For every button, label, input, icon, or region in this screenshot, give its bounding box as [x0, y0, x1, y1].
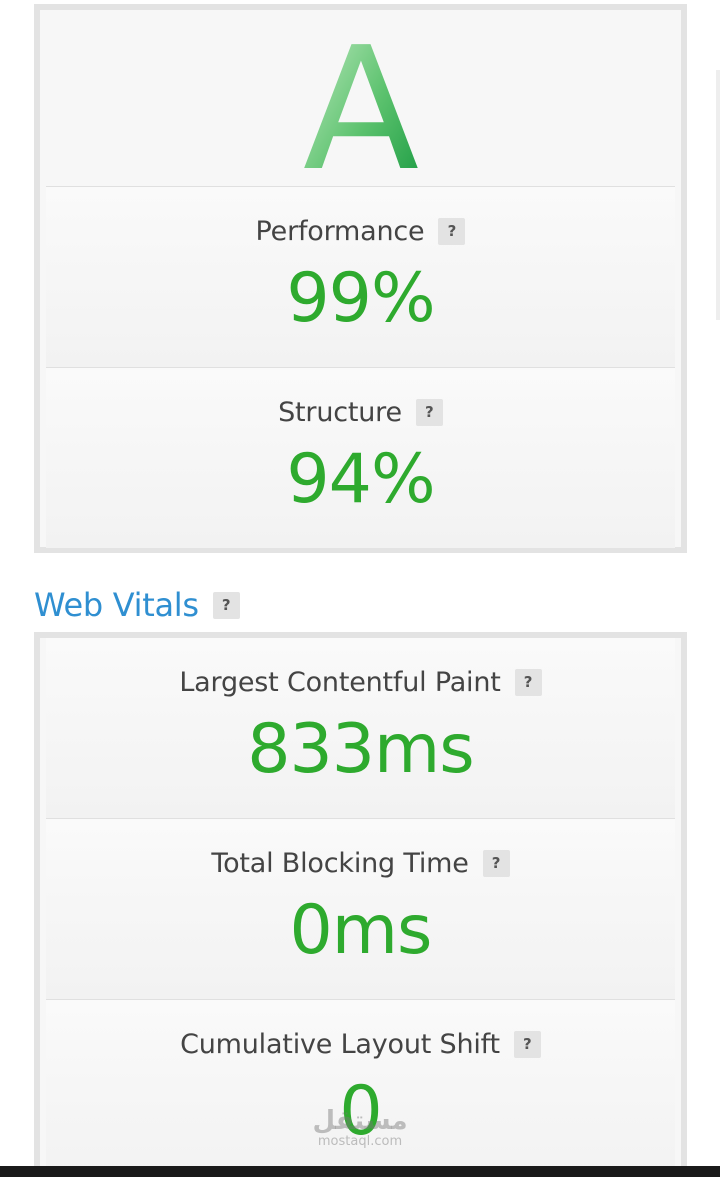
metric-value: 833ms [247, 710, 474, 789]
metric-value: 0 [339, 1072, 382, 1151]
section-title: Web Vitals [34, 586, 199, 624]
help-icon[interactable]: ? [482, 849, 510, 877]
web-vitals-card: Largest Contentful Paint ? 833ms Total B… [34, 632, 687, 1177]
system-navigation-bar [0, 1166, 720, 1177]
metric-tbt: Total Blocking Time ? 0ms [46, 819, 675, 1000]
metric-value: 99% [286, 259, 435, 338]
adjacent-panel-edge [716, 70, 720, 320]
metric-value: 94% [286, 440, 435, 519]
grade-letter-text: A [302, 34, 418, 174]
metric-structure: Structure ? 94% [46, 368, 675, 548]
web-vitals-heading: Web Vitals ? [34, 586, 240, 624]
metric-label: Largest Contentful Paint [179, 666, 501, 698]
grade-letter: A [302, 34, 418, 174]
help-icon[interactable]: ? [514, 668, 542, 696]
grade-row: A [46, 10, 675, 187]
help-icon[interactable]: ? [415, 398, 443, 426]
help-icon[interactable]: ? [513, 1030, 541, 1058]
metric-label: Performance [255, 215, 425, 247]
metric-label: Cumulative Layout Shift [180, 1028, 500, 1060]
metric-value: 0ms [289, 891, 433, 970]
page: A Performance ? 99% Structure ? 94% Web … [0, 0, 720, 1177]
metric-label: Structure [278, 396, 402, 428]
help-icon[interactable]: ? [438, 217, 466, 245]
metric-cls: Cumulative Layout Shift ? 0 [46, 1000, 675, 1177]
metric-performance: Performance ? 99% [46, 187, 675, 368]
help-icon[interactable]: ? [212, 591, 240, 619]
metric-label: Total Blocking Time [211, 847, 469, 879]
scores-card: A Performance ? 99% Structure ? 94% [34, 4, 687, 553]
metric-lcp: Largest Contentful Paint ? 833ms [46, 638, 675, 819]
